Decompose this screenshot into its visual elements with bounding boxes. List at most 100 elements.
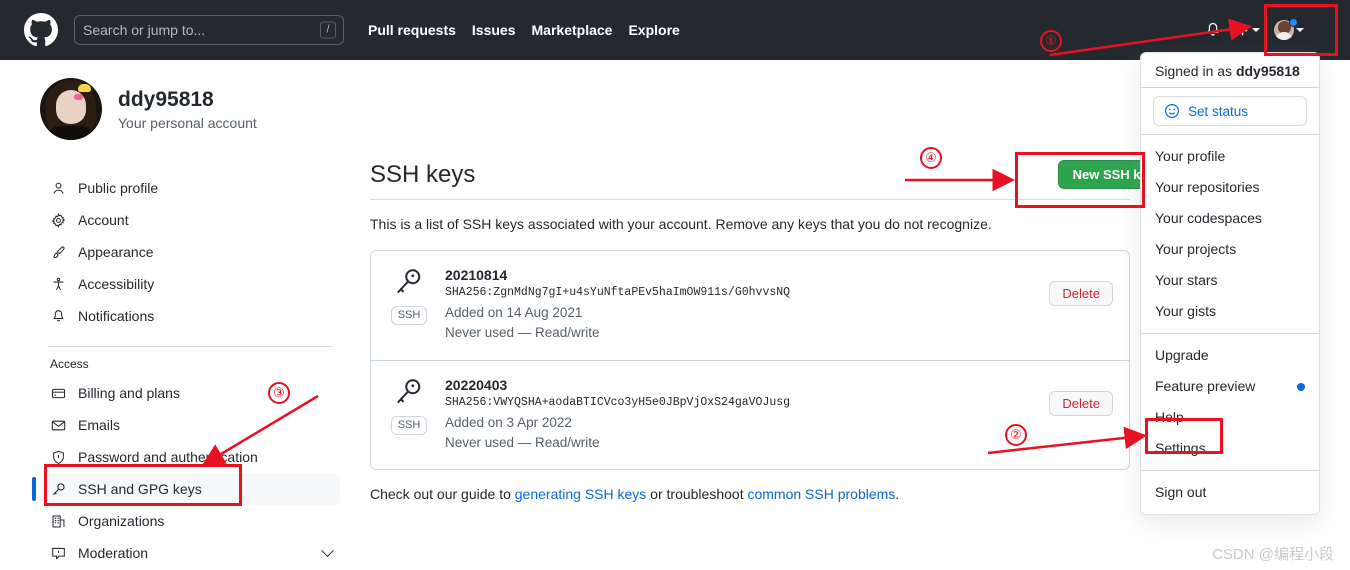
profile-username: ddy95818 [118, 87, 214, 111]
menu-item-help[interactable]: Help [1141, 402, 1319, 433]
sidebar-item-moderation[interactable]: Moderation [40, 537, 340, 569]
search-input[interactable]: Search or jump to... / [74, 15, 344, 45]
sidebar-item-label: Emails [78, 417, 121, 433]
page-header: SSH keys New SSH key [370, 160, 1170, 199]
key-name: 20210814 [445, 267, 508, 283]
sidebar-item-ssh-and-gpg-keys[interactable]: SSH and GPG keys [32, 473, 340, 505]
footnote-prefix: Check out our guide to [370, 486, 515, 502]
menu-item-label: Your gists [1155, 303, 1216, 319]
watermark: CSDN @编程小段 [1212, 546, 1334, 563]
chevron-down-icon [321, 543, 334, 557]
key-icon [394, 267, 424, 302]
sidebar-nav: Public profile Account Appearance Access… [32, 172, 340, 569]
nav-explore[interactable]: Explore [628, 22, 679, 38]
report-icon [50, 545, 66, 561]
key-name: 20220403 [445, 376, 508, 393]
sidebar-item-organizations[interactable]: Organizations [40, 505, 340, 537]
menu-item-your-repositories[interactable]: Your repositories [1141, 172, 1319, 203]
signed-in-prefix: Signed in as [1155, 63, 1236, 79]
key-usage: Never used — Read/write [445, 434, 600, 450]
bell-icon[interactable] [1205, 22, 1221, 38]
menu-item-upgrade[interactable]: Upgrade [1141, 340, 1319, 371]
menu-item-label: Settings [1155, 440, 1206, 456]
profile-subtitle: Your personal account [118, 115, 257, 132]
sidebar-item-emails[interactable]: Emails [40, 409, 340, 441]
profile-header: ddy95818 Your personal account [40, 78, 340, 140]
title-divider [370, 199, 1130, 200]
delete-key-button[interactable]: Delete [1049, 281, 1113, 306]
page-description: This is a list of SSH keys associated wi… [370, 216, 992, 232]
sidebar-item-label: Accessibility [78, 276, 155, 292]
sidebar-item-label: Account [78, 212, 129, 228]
sidebar-divider [48, 346, 332, 347]
shield-lock-icon [50, 449, 66, 465]
key-icon [394, 377, 424, 412]
avatar[interactable] [40, 78, 102, 140]
annotation-marker-3: ③ [268, 382, 290, 404]
github-logo-icon[interactable] [24, 13, 58, 47]
sidebar-item-label: Organizations [78, 513, 165, 529]
accessibility-icon [50, 276, 66, 292]
search-shortcut-key: / [320, 21, 336, 39]
key-icon [50, 481, 66, 497]
menu-item-feature-preview[interactable]: Feature preview [1141, 371, 1319, 402]
menu-item-label: Your projects [1155, 241, 1237, 257]
footnote-middle: or troubleshoot [646, 486, 748, 502]
generating-ssh-keys-link[interactable]: generating SSH keys [515, 486, 647, 502]
menu-item-your-gists[interactable]: Your gists [1141, 296, 1319, 327]
gear-icon [50, 212, 66, 228]
menu-item-label: Sign out [1155, 484, 1207, 500]
notification-dot [1289, 18, 1298, 27]
key-added-date: Added on 14 Aug 2021 [445, 305, 583, 320]
menu-group-profile: Your profile Your repositories Your code… [1141, 135, 1319, 333]
account-menu-button[interactable] [1274, 18, 1304, 40]
menu-group-account: Upgrade Feature preview Help Settings [1141, 334, 1319, 470]
plus-icon[interactable] [1235, 23, 1260, 38]
menu-item-your-profile[interactable]: Your profile [1141, 141, 1319, 172]
sidebar-item-billing-and-plans[interactable]: Billing and plans [40, 377, 340, 409]
sidebar-item-label: Public profile [78, 180, 159, 196]
nav-issues[interactable]: Issues [472, 22, 516, 38]
sidebar-item-label: Moderation [78, 545, 149, 561]
key-fingerprint: SHA256:VWYQSHA+aodaBTICVco3yH5e0JBpVjOxS… [445, 395, 791, 409]
user-dropdown-menu: Signed in as ddy95818 Set status Your pr… [1140, 52, 1320, 515]
sidebar-item-public-profile[interactable]: Public profile [40, 172, 340, 204]
paintbrush-icon [50, 244, 66, 260]
menu-item-settings[interactable]: Settings [1141, 433, 1319, 464]
menu-item-label: Help [1155, 409, 1184, 425]
menu-item-your-projects[interactable]: Your projects [1141, 234, 1319, 265]
footer-note: Check out our guide to generating SSH ke… [370, 486, 1170, 502]
screenshot-root: Search or jump to... / Pull requests Iss… [0, 0, 1350, 570]
feature-preview-dot [1297, 382, 1305, 391]
key-added-date: Added on 3 Apr 2022 [445, 414, 572, 430]
sidebar-item-password-and-authentication[interactable]: Password and authentication [40, 441, 340, 473]
key-details: 20210814 SHA256:ZgnMdNg7gI+u4sYuNftaPEv5… [445, 267, 1035, 344]
smiley-icon [1164, 103, 1180, 119]
sidebar-item-label: Password and authentication [78, 449, 258, 465]
menu-item-label: Your codespaces [1155, 210, 1262, 226]
sidebar-item-account[interactable]: Account [40, 204, 340, 236]
menu-item-your-stars[interactable]: Your stars [1141, 265, 1319, 296]
menu-item-your-codespaces[interactable]: Your codespaces [1141, 203, 1319, 234]
sidebar-item-accessibility[interactable]: Accessibility [40, 268, 340, 300]
nav-marketplace[interactable]: Marketplace [532, 22, 613, 38]
set-status-label: Set status [1188, 103, 1249, 119]
sidebar-item-appearance[interactable]: Appearance [40, 236, 340, 268]
annotation-marker-1: ① [1040, 30, 1062, 52]
nav-pull-requests[interactable]: Pull requests [368, 22, 456, 38]
sidebar-item-label: Notifications [78, 308, 155, 324]
annotation-marker-2: ② [1005, 424, 1027, 446]
header-nav: Pull requests Issues Marketplace Explore [368, 22, 680, 38]
organization-icon [50, 513, 66, 529]
common-ssh-problems-link[interactable]: common SSH problems [747, 486, 895, 502]
key-glyph-group: SSH [387, 377, 431, 435]
main-content: SSH keys New SSH key This is a list of S… [370, 160, 1170, 502]
menu-item-sign-out[interactable]: Sign out [1141, 477, 1319, 508]
search-placeholder: Search or jump to... [83, 22, 206, 38]
delete-key-button[interactable]: Delete [1049, 390, 1113, 416]
menu-item-label: Your profile [1155, 148, 1226, 164]
chevron-down-icon [1296, 28, 1304, 32]
sidebar-item-label: Appearance [78, 244, 154, 260]
set-status-button[interactable]: Set status [1153, 96, 1307, 126]
sidebar-item-notifications[interactable]: Notifications [40, 300, 340, 332]
